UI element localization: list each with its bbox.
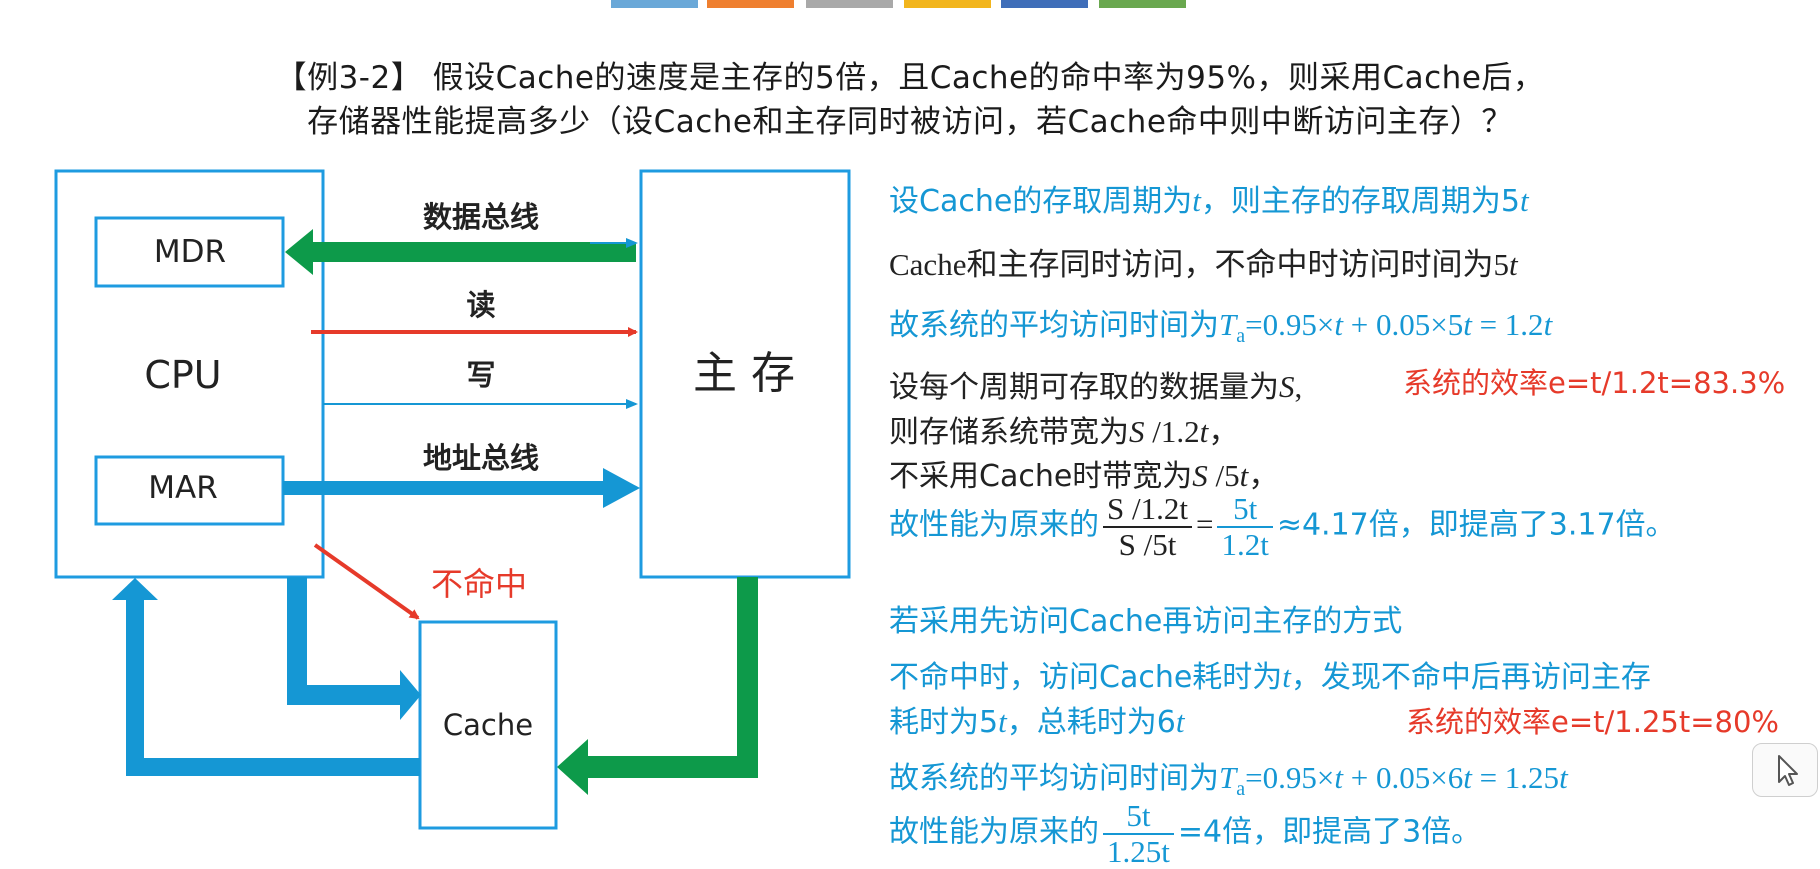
solution-line-5: 则存储系统带宽为S /1.2t， [889, 414, 1240, 450]
miss-label: 不命中 [431, 565, 527, 603]
data-bus-arrow [285, 229, 636, 275]
efficiency-note-1: 系统的效率e=t/1.2t=83.3% [1403, 366, 1786, 400]
cpu-to-cache-arrow [287, 577, 421, 720]
solution-line-10: 耗时为5t，总耗时为6t [889, 704, 1185, 740]
solution-line-1: 设Cache的存取周期为t，则主存的存取周期为5t [889, 183, 1529, 219]
cache-label: Cache [443, 708, 533, 742]
mdr-label: MDR [154, 234, 226, 270]
solution-line-3: 故系统的平均访问时间为Ta=0.95×t + 0.05×5t = 1.2t [889, 307, 1553, 348]
memory-to-cache-arrow [557, 577, 758, 795]
solution-line-11: 故系统的平均访问时间为Ta=0.95×t + 0.05×6t = 1.25t [889, 760, 1568, 801]
miss-arrow [313, 543, 420, 620]
fraction-5t-over-1.25t: 5t 1.25t [1103, 799, 1174, 869]
solution-line-12: 故性能为原来的 5t 1.25t =4倍，即提高了3倍。 [889, 798, 1482, 869]
solution-line-2: Cache和主存同时访问，不命中时访问时间为5t [889, 247, 1518, 282]
efficiency-note-2: 系统的效率e=t/1.25t=80% [1406, 705, 1779, 739]
cursor-arrow-icon [1778, 755, 1798, 786]
fraction-bandwidth-ratio: S /1.2t S /5t [1103, 492, 1192, 562]
solution-line-4: 设每个周期可存取的数据量为S, [889, 369, 1303, 405]
mar-label: MAR [148, 470, 218, 506]
pointer-tool-button[interactable] [1752, 743, 1818, 797]
solution-line-8: 若采用先访问Cache再访问主存的方式 [889, 604, 1403, 639]
fraction-5t-over-1.2t: 5t 1.2t [1217, 492, 1273, 562]
data-bus-label: 数据总线 [423, 200, 539, 234]
address-bus-label: 地址总线 [423, 441, 539, 475]
solution-line-7: 故性能为原来的 S /1.2t S /5t = 5t 1.2t ≈4.17倍，即提高了3.1… [889, 491, 1676, 562]
cpu-label: CPU [144, 353, 221, 397]
cache-to-cpu-arrow [112, 578, 420, 776]
write-label: 写 [466, 358, 495, 392]
main-memory-label: 主 存 [693, 348, 795, 399]
solution-line-9: 不命中时，访问Cache耗时为t，发现不命中后再访问主存 [889, 659, 1651, 695]
read-label: 读 [466, 288, 495, 322]
solution-line-6: 不采用Cache时带宽为S /5t， [889, 458, 1280, 494]
